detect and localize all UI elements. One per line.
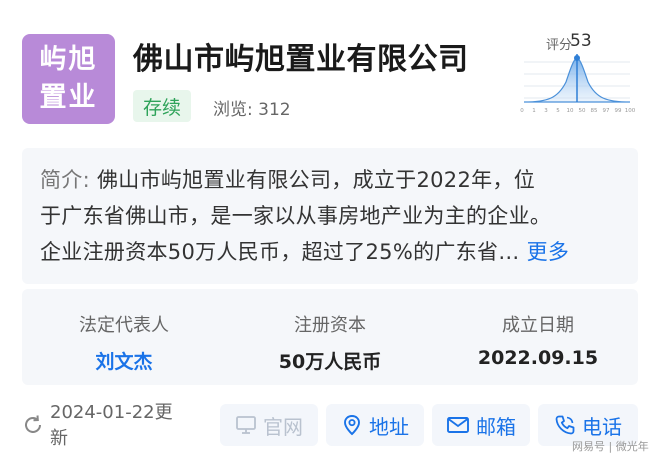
info-card: 法定代表人 刘文杰 注册资本 50万人民币 成立日期 2022.09.15 [22, 289, 638, 385]
score-value: 53 [570, 31, 592, 51]
score-tick-label: 3 [544, 108, 548, 114]
logo-line-2: 置业 [39, 82, 98, 113]
founded-date-column: 成立日期 2022.09.15 [438, 311, 638, 369]
intro-line-1: 简介: 佛山市屿旭置业有限公司，成立于2022年，位 [40, 162, 630, 198]
score-tick-label: 97 [603, 108, 610, 114]
legal-rep-label: 法定代表人 [79, 315, 169, 336]
intro-text: 简介: 佛山市屿旭置业有限公司，成立于2022年，位 于广东省佛山市，是一家以从… [40, 162, 630, 270]
capital-value: 50万人民币 [278, 351, 382, 373]
intro-card: 简介: 佛山市屿旭置业有限公司，成立于2022年，位 于广东省佛山市，是一家以从… [22, 148, 638, 284]
score-tick-label: 5 [556, 108, 560, 114]
email-label: 邮箱 [476, 414, 516, 439]
score-tick-label: 100 [625, 108, 636, 114]
location-pin-icon [344, 415, 360, 436]
website-button[interactable]: 官网 [220, 404, 318, 446]
company-logo: 屿旭 置业 [22, 34, 115, 124]
mail-icon [447, 417, 469, 433]
score-tick-label: 0 [520, 108, 524, 114]
intro-line-3-text: 企业注册资本50万人民币，超过了25%的广东省… [40, 240, 520, 264]
refresh-icon[interactable] [22, 414, 44, 436]
score-tick-label: 10 [567, 108, 574, 114]
update-date-line-2: 新 [50, 428, 68, 449]
address-button[interactable]: 地址 [326, 404, 424, 446]
intro-line-3: 企业注册资本50万人民币，超过了25%的广东省… 更多 [40, 234, 630, 270]
score-tick-label: 50 [579, 108, 586, 114]
phone-label: 电话 [582, 414, 622, 439]
company-name: 佛山市屿旭置业有限公司 [133, 42, 469, 77]
logo-line-1: 屿旭 [39, 44, 98, 75]
score-distribution-chart: 0 1 3 5 10 50 85 97 99 100 [520, 54, 636, 114]
email-button[interactable]: 邮箱 [432, 404, 530, 446]
legal-rep-column: 法定代表人 刘文杰 [24, 311, 224, 374]
score-tick-label: 99 [615, 108, 622, 114]
more-link[interactable]: 更多 [527, 240, 570, 264]
capital-label: 注册资本 [294, 315, 366, 336]
intro-line-1-text: 佛山市屿旭置业有限公司，成立于2022年，位 [96, 168, 536, 192]
status-badge: 存续 [133, 90, 191, 122]
view-count: 浏览: 312 [213, 100, 291, 120]
intro-prefix: 简介: [40, 168, 90, 192]
score-widget[interactable]: 评分 53 0 1 3 5 10 50 85 97 99 100 [518, 31, 636, 116]
update-date-line-1: 2024-01-22更 [50, 402, 173, 423]
address-label: 地址 [369, 414, 409, 439]
legal-rep-link[interactable]: 刘文杰 [24, 347, 224, 374]
phone-icon [555, 415, 575, 435]
score-tick-label: 85 [591, 108, 598, 114]
monitor-icon [236, 416, 256, 434]
update-date: 2024-01-22更 新 [50, 400, 210, 452]
website-label: 官网 [263, 414, 303, 439]
founded-date-value: 2022.09.15 [477, 347, 599, 369]
watermark: 网易号 | 微光年 [572, 440, 649, 453]
score-tick-label: 1 [532, 108, 536, 114]
founded-date-label: 成立日期 [502, 315, 574, 336]
capital-column: 注册资本 50万人民币 [230, 311, 430, 374]
score-label: 评分 [546, 38, 573, 53]
intro-line-2: 于广东省佛山市，是一家以从事房地产业为主的企业。 [40, 204, 552, 228]
action-bar: 2024-01-22更 新 官网 地址 邮箱 电话 [0, 400, 660, 458]
